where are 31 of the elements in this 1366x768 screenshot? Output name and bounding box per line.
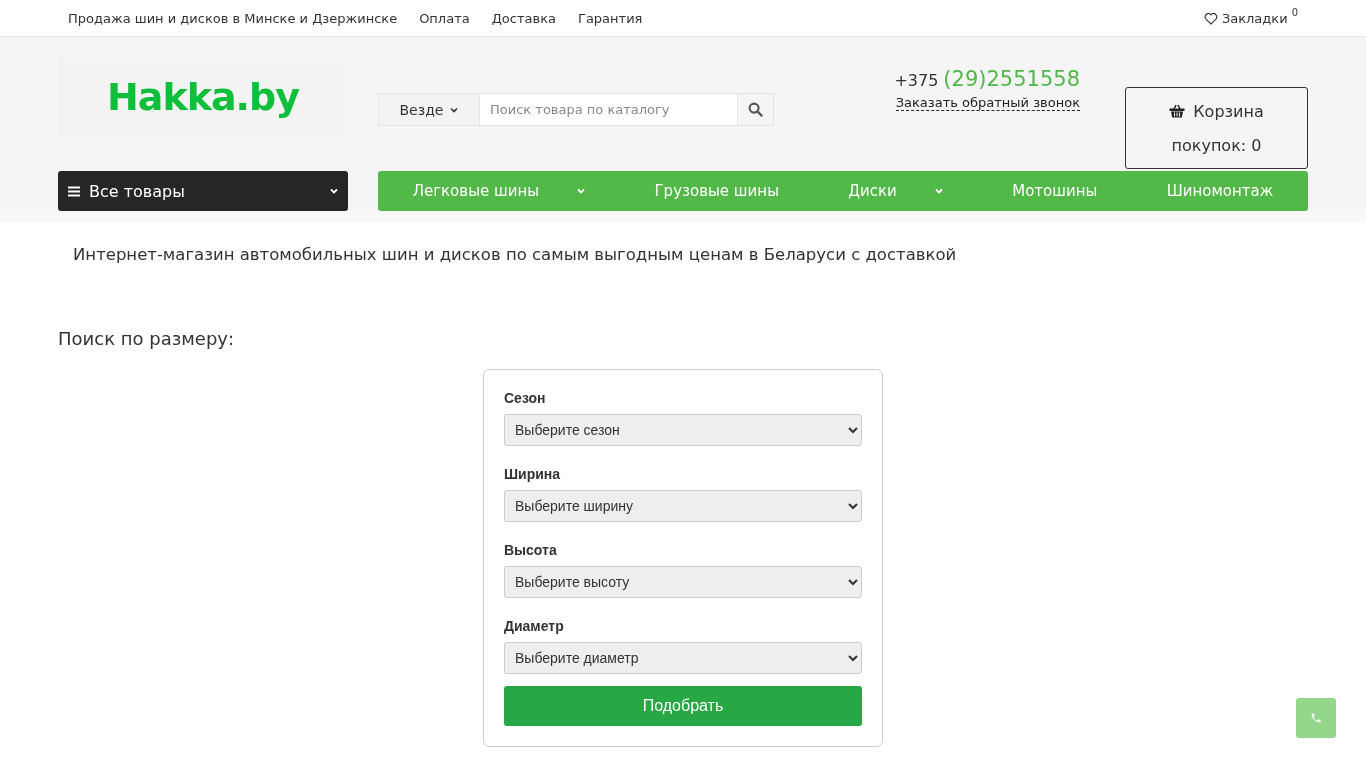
- top-nav-link[interactable]: Оплата: [419, 10, 470, 26]
- phone-prefix: +375: [894, 71, 939, 90]
- basket-icon: [1169, 104, 1186, 118]
- chevron-down-icon: [934, 188, 943, 194]
- select-field[interactable]: Выберите высоту: [504, 566, 862, 598]
- search-scope-dropdown[interactable]: Везде: [378, 93, 480, 126]
- bookmarks-link[interactable]: Закладки $^{0}$: [1203, 10, 1298, 26]
- select-field[interactable]: Выберите сезон: [504, 414, 862, 446]
- chevron-down-icon: [577, 188, 586, 194]
- select-field[interactable]: Выберите диаметр: [504, 642, 862, 674]
- field-label: Диаметр: [504, 618, 565, 634]
- heart-icon: [1203, 11, 1218, 25]
- menu-icon: [68, 185, 80, 197]
- phone-icon: [1310, 712, 1322, 724]
- section-title: Поиск по размеру:: [58, 328, 236, 349]
- select-field[interactable]: Выберите ширину: [504, 490, 862, 522]
- search-input[interactable]: Поиск товара по каталогу: [480, 93, 738, 126]
- field-label: Высота: [504, 542, 558, 558]
- chevron-down-icon: [450, 106, 459, 113]
- cart-button[interactable]: Корзина покупок: 0: [1125, 87, 1308, 169]
- search-button[interactable]: [738, 93, 774, 126]
- top-nav-link[interactable]: Гарантия: [577, 10, 643, 26]
- callback-link[interactable]: Заказать обратный звонок: [895, 95, 1080, 111]
- search-icon: [748, 102, 763, 117]
- field-label: Сезон: [504, 390, 547, 406]
- page-headline: Интернет-магазин автомобильных шин и дисков по самым выгодным ценам в Беларуси с доставкой: [73, 245, 958, 264]
- chevron-down-icon: [330, 188, 338, 194]
- top-nav-link[interactable]: Продажа шин и дисков в Минске и Дзержинске: [68, 10, 398, 26]
- top-nav-link[interactable]: Доставка: [491, 10, 556, 26]
- all-products-menu-button[interactable]: Все товары: [58, 171, 348, 211]
- field-label: Ширина: [504, 466, 562, 482]
